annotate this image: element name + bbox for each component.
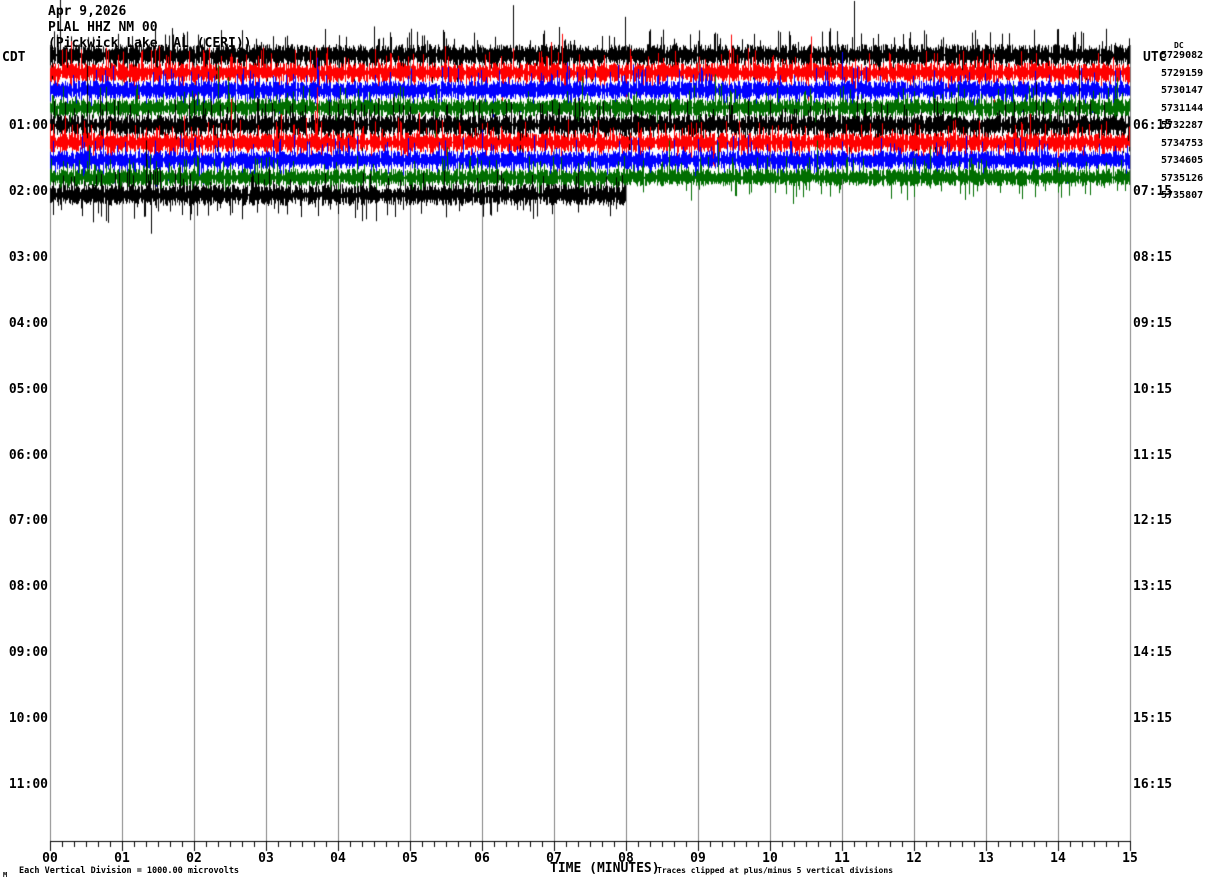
left-hour-label: 10:00 <box>8 711 48 727</box>
left-hour-label: 08:00 <box>8 579 48 595</box>
right-hour-label: 16:15 <box>1133 777 1173 792</box>
corner-mark: M <box>3 871 8 879</box>
left-hour-label: 04:00 <box>8 315 48 331</box>
right-hour-label: 08:15 <box>1133 249 1173 265</box>
dc-offset-value: 5730147 <box>1161 85 1204 96</box>
x-axis-tick-label: 13 <box>978 851 994 866</box>
dc-offset-value: 5732287 <box>1161 120 1204 131</box>
x-axis-tick-label: 11 <box>834 851 850 866</box>
left-hour-label: 07:00 <box>8 513 48 529</box>
x-axis-tick-label: 06 <box>474 851 490 866</box>
header-location: (Pickwick Lake, AL (CERI)) <box>48 36 252 51</box>
x-axis-tick-label: 12 <box>906 851 922 866</box>
left-axis-timezone: CDT <box>2 50 26 65</box>
x-axis-tick-label: 05 <box>402 851 418 866</box>
right-hour-label: 11:15 <box>1133 447 1173 463</box>
dc-offset-value: 5734753 <box>1161 137 1204 149</box>
right-hour-label: 14:15 <box>1133 645 1173 661</box>
left-hour-label: 11:00 <box>8 777 48 792</box>
right-hour-label: 15:15 <box>1133 711 1173 727</box>
left-hour-label: 03:00 <box>8 249 48 265</box>
left-hour-label: 01:00 <box>8 118 48 133</box>
left-hour-label: 05:00 <box>8 381 48 397</box>
x-axis-tick-label: 15 <box>1122 851 1138 866</box>
dc-offset-value: 5734605 <box>1161 155 1204 166</box>
x-axis-tick-label: 09 <box>690 851 706 866</box>
x-axis-title: TIME (MINUTES) <box>550 861 660 876</box>
helicorder-page: Apr 9,2026 PLAL HHZ NM 00 (Pickwick Lake… <box>0 0 1210 886</box>
dc-offset-label: DC <box>1174 41 1184 50</box>
right-hour-label: 13:15 <box>1133 579 1173 595</box>
left-hour-label: 02:00 <box>8 183 48 199</box>
x-axis-tick-label: 04 <box>330 851 346 866</box>
dc-offset-value: 5735126 <box>1161 172 1204 184</box>
header-date: Apr 9,2026 <box>48 4 127 19</box>
right-hour-label: 12:15 <box>1133 513 1173 529</box>
dc-offset-value: 5729082 <box>1161 50 1204 61</box>
seismogram-plot <box>0 0 1210 886</box>
x-axis-tick-label: 01 <box>114 851 130 866</box>
dc-offset-value: 5735807 <box>1161 190 1204 201</box>
x-axis-tick-label: 02 <box>186 851 202 866</box>
clip-note: Traces clipped at plus/minus 5 vertical … <box>657 866 894 875</box>
dc-offset-value: 5729159 <box>1161 67 1204 79</box>
right-hour-label: 10:15 <box>1133 381 1173 397</box>
header-station: PLAL HHZ NM 00 <box>48 20 158 35</box>
left-hour-label: 09:00 <box>8 645 48 661</box>
right-hour-label: 09:15 <box>1133 315 1173 331</box>
x-axis-tick-label: 14 <box>1050 851 1066 866</box>
x-axis-tick-label: 03 <box>258 851 274 866</box>
left-hour-label: 06:00 <box>8 447 48 463</box>
x-axis-tick-label: 10 <box>762 851 778 866</box>
vertical-scale-note: Each Vertical Division = 1000.00 microvo… <box>19 866 240 876</box>
dc-offset-value: 5731144 <box>1161 102 1204 114</box>
x-axis-tick-label: 00 <box>42 851 58 866</box>
